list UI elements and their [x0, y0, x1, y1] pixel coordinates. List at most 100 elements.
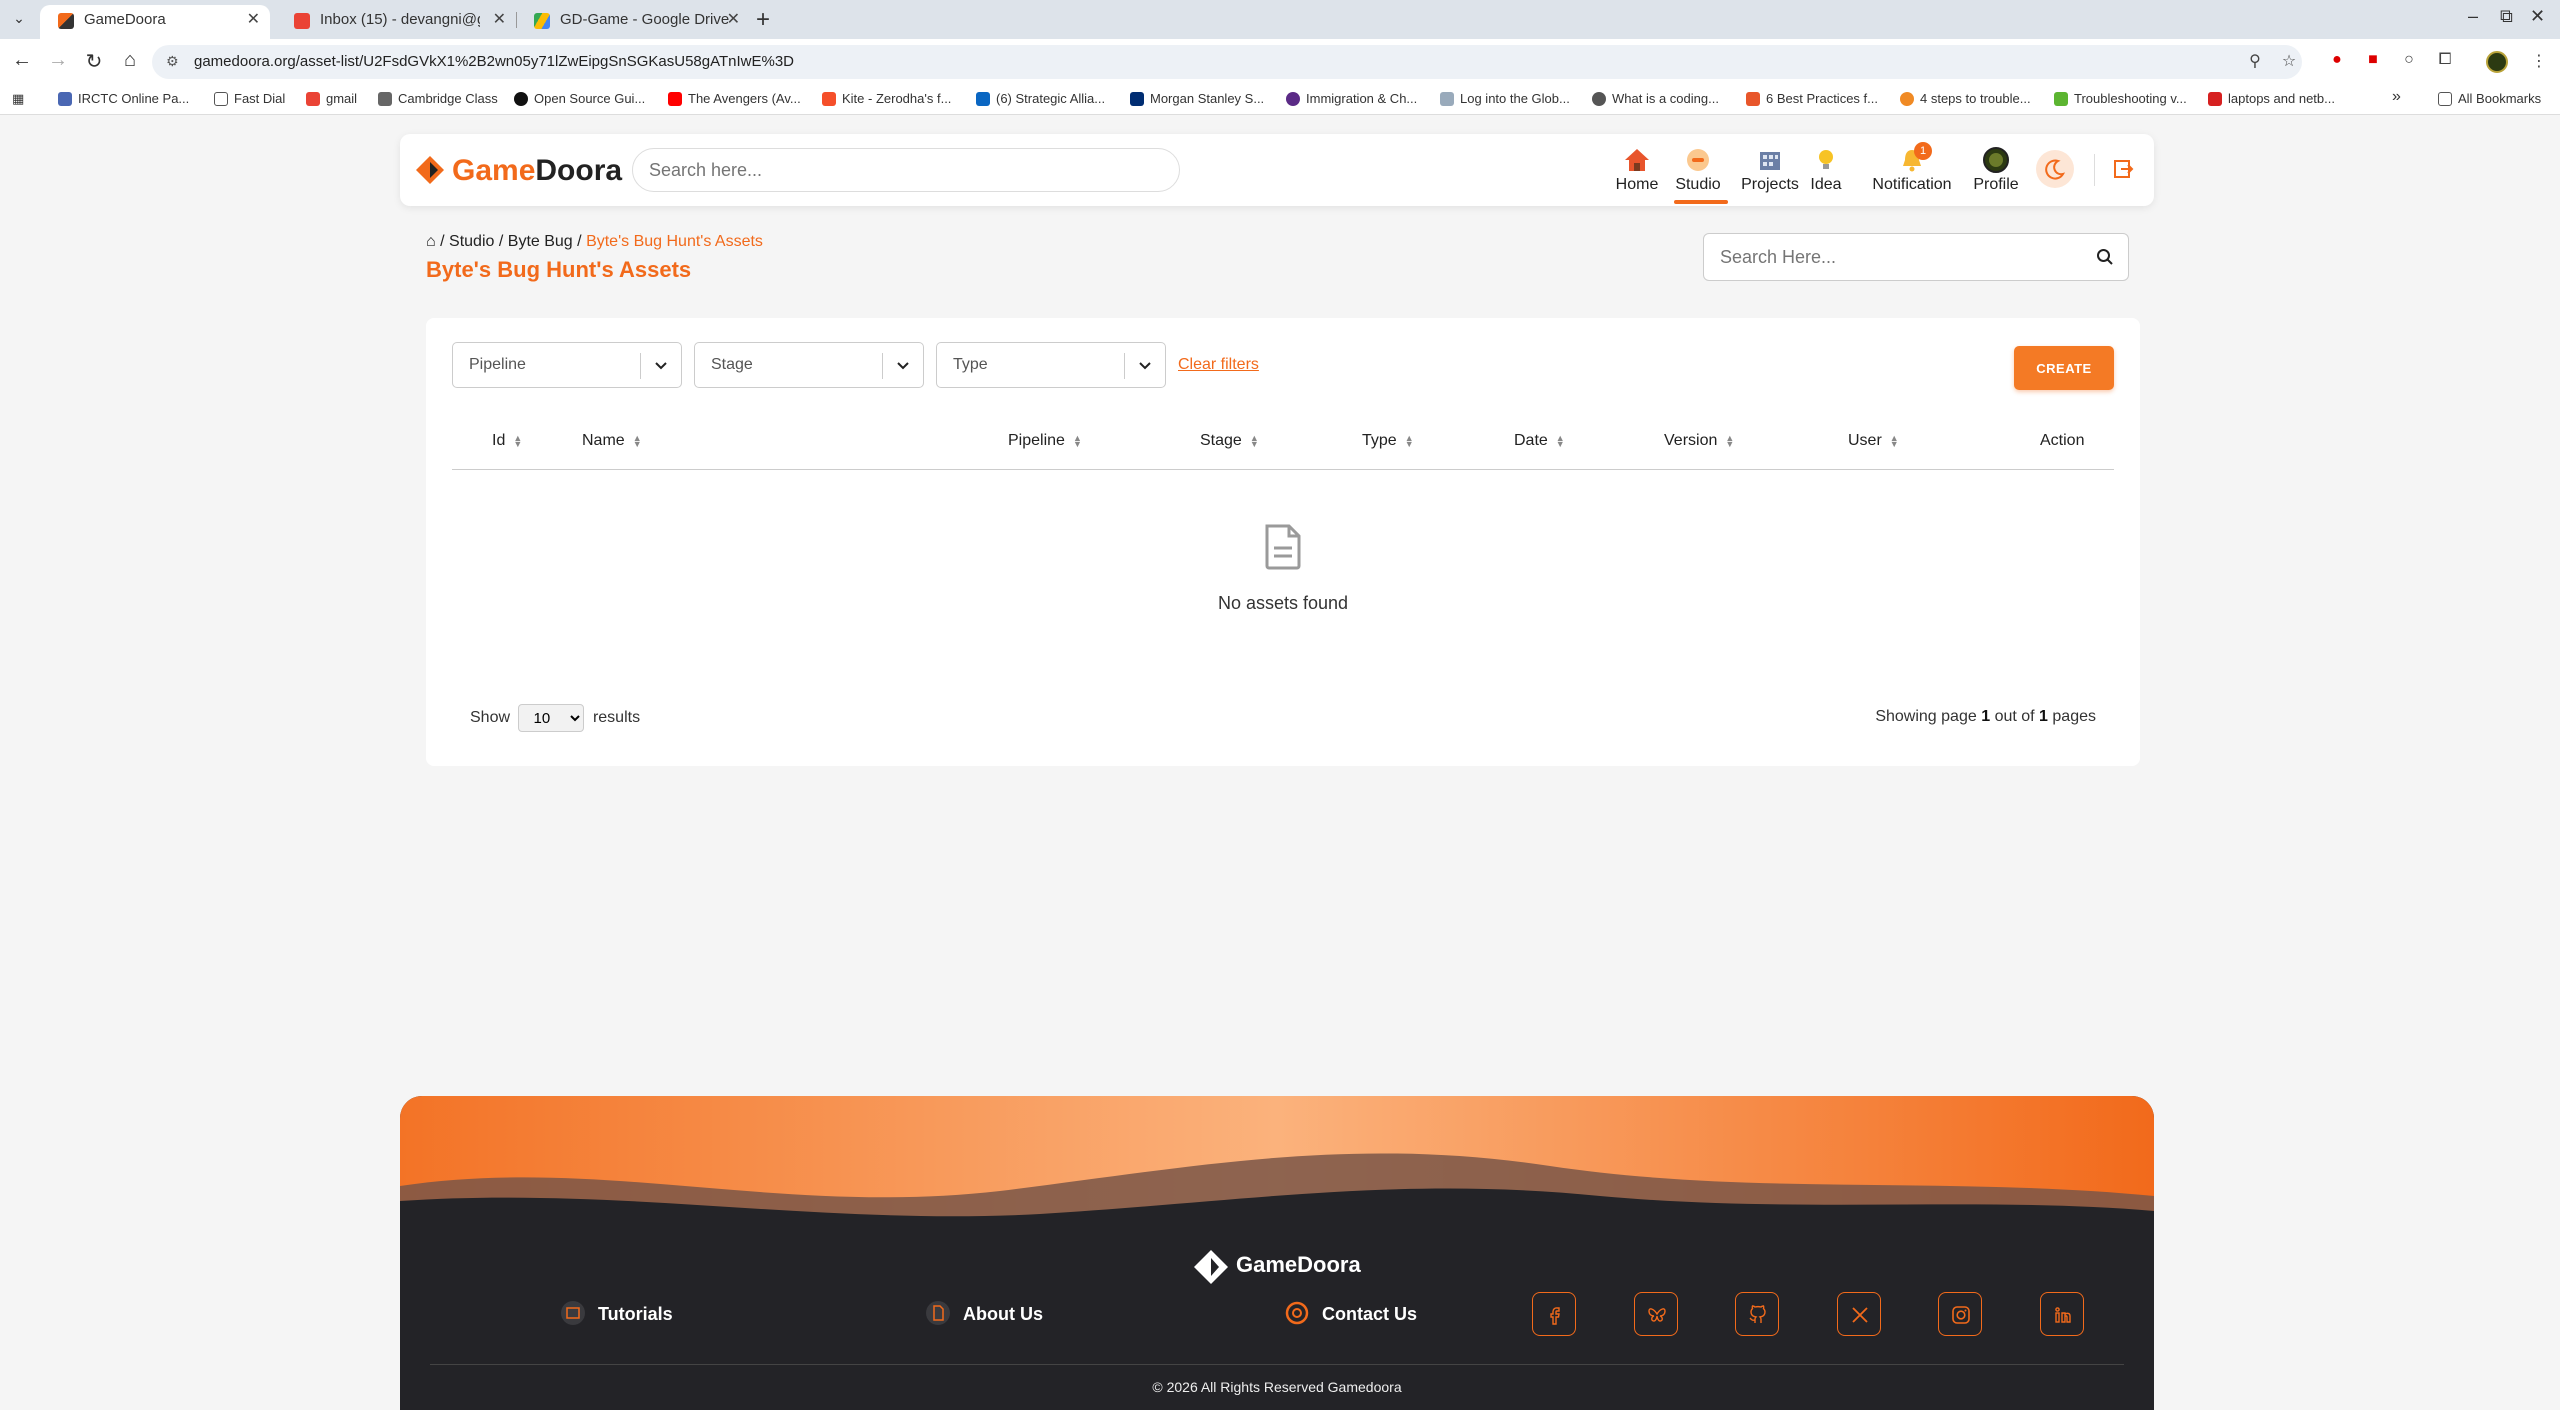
- active-nav-indicator: [1674, 200, 1728, 204]
- opera-extension-icon[interactable]: ●: [2326, 51, 2348, 73]
- stage-filter-select[interactable]: Stage: [694, 342, 924, 388]
- instagram-button[interactable]: [1938, 1292, 1982, 1336]
- bookmark-troubleshooting[interactable]: Troubleshooting v...: [2054, 91, 2187, 106]
- close-tab-icon[interactable]: ✕: [727, 5, 740, 35]
- footer-divider: [430, 1364, 2124, 1365]
- extension-circle-icon[interactable]: ○: [2398, 51, 2420, 73]
- breadcrumb-home-icon[interactable]: ⌂: [426, 233, 436, 250]
- footer-link-about[interactable]: About Us: [925, 1301, 1043, 1325]
- bookmark-fast-dial[interactable]: Fast Dial: [214, 91, 285, 106]
- close-tab-icon[interactable]: ✕: [493, 5, 506, 35]
- x-twitter-button[interactable]: [1837, 1292, 1881, 1336]
- clear-filters-link[interactable]: Clear filters: [1178, 356, 1259, 374]
- forward-arrow-icon[interactable]: →: [46, 49, 70, 72]
- zoom-icon[interactable]: ⚲: [2244, 51, 2266, 73]
- reload-icon[interactable]: ↻: [82, 49, 106, 74]
- back-arrow-icon[interactable]: ←: [10, 49, 34, 72]
- logout-icon[interactable]: [2112, 158, 2134, 180]
- bookmark-kite[interactable]: Kite - Zerodha's f...: [822, 91, 951, 106]
- bookmark-immigration[interactable]: Immigration & Ch...: [1286, 91, 1417, 106]
- breadcrumb-studio[interactable]: Studio: [449, 233, 494, 250]
- all-bookmarks[interactable]: All Bookmarks: [2438, 91, 2541, 106]
- lightbulb-icon: [1819, 150, 1833, 169]
- browser-tab-gmail[interactable]: Inbox (15) - devangni@gmai ✕: [276, 5, 516, 39]
- browser-menu-icon[interactable]: ⋮: [2528, 51, 2550, 73]
- bookmark-avengers[interactable]: The Avengers (Av...: [668, 91, 801, 106]
- video-extension-icon[interactable]: ■: [2362, 51, 2384, 73]
- nav-studio[interactable]: Studio: [1670, 146, 1726, 194]
- apps-grid-icon[interactable]: ▦: [12, 91, 24, 107]
- bookmark-laptops[interactable]: laptops and netb...: [2208, 91, 2335, 106]
- bookmark-morgan-stanley[interactable]: Morgan Stanley S...: [1130, 91, 1264, 106]
- restore-window-icon[interactable]: ⧉: [2500, 6, 2513, 27]
- linkedin-button[interactable]: [2040, 1292, 2084, 1336]
- close-tab-icon[interactable]: ✕: [247, 5, 260, 35]
- close-window-icon[interactable]: ✕: [2530, 6, 2545, 27]
- breadcrumb-byte-bug[interactable]: Byte Bug: [508, 233, 573, 250]
- nav-idea[interactable]: Idea: [1808, 146, 1844, 194]
- home-icon[interactable]: ⌂: [118, 49, 142, 72]
- bookmark-linkedin[interactable]: (6) Strategic Allia...: [976, 91, 1105, 106]
- troubleshooting-icon: [2054, 92, 2068, 106]
- column-header-type[interactable]: Type ▲ ▼: [1362, 432, 1414, 450]
- github-icon: [1749, 1305, 1766, 1323]
- address-bar[interactable]: ⚙ gamedoora.org/asset-list/U2FsdGVkX1%2B…: [152, 45, 2302, 79]
- search-icon[interactable]: [2096, 248, 2114, 266]
- site-settings-icon[interactable]: ⚙: [166, 53, 179, 70]
- asset-search-input[interactable]: [1720, 234, 2080, 280]
- profile-avatar-icon: [1983, 147, 2009, 173]
- page-size-select[interactable]: 10: [518, 704, 585, 732]
- bookmark-irctc[interactable]: IRCTC Online Pa...: [58, 91, 189, 106]
- bookmark-best-practices[interactable]: 6 Best Practices f...: [1746, 91, 1878, 106]
- tab-title: GameDoora: [84, 11, 166, 28]
- x-twitter-icon: [1852, 1307, 1868, 1323]
- nav-profile[interactable]: Profile: [1970, 146, 2022, 194]
- bookmark-open-source[interactable]: Open Source Gui...: [514, 91, 645, 106]
- tab-search-chevron-icon[interactable]: ⌄: [8, 10, 30, 30]
- bookmark-coding[interactable]: What is a coding...: [1592, 91, 1719, 106]
- github-button[interactable]: [1735, 1292, 1779, 1336]
- column-header-name[interactable]: Name ▲ ▼: [582, 432, 642, 450]
- assets-table-header: Id ▲ ▼ Name ▲ ▼ Pipeline ▲ ▼ Stage ▲ ▼ Type ▲ ▼ Da…: [452, 432, 2114, 470]
- bookmark-steps[interactable]: 4 steps to trouble...: [1900, 91, 2031, 106]
- column-header-user[interactable]: User ▲ ▼: [1848, 432, 1899, 450]
- nav-projects[interactable]: Projects: [1738, 146, 1802, 194]
- profile-avatar-icon[interactable]: [2486, 51, 2508, 73]
- more-bookmarks-icon[interactable]: »: [2392, 88, 2401, 106]
- footer-link-contact[interactable]: Contact Us: [1284, 1301, 1417, 1325]
- browser-tab-gamedoora[interactable]: GameDoora ✕: [40, 5, 270, 39]
- projects-icon: [1760, 152, 1780, 170]
- chevron-down-icon: [655, 362, 667, 370]
- tab-title: Inbox (15) - devangni@gmai: [320, 11, 480, 28]
- gmail-favicon-icon: [294, 13, 310, 29]
- column-header-date[interactable]: Date ▲ ▼: [1514, 432, 1565, 450]
- bookmark-gmail[interactable]: gmail: [306, 91, 357, 106]
- bookmark-glob[interactable]: Log into the Glob...: [1440, 91, 1570, 106]
- folder-icon: [214, 92, 228, 106]
- bookmark-cambridge[interactable]: Cambridge Class: [378, 91, 498, 106]
- nav-home[interactable]: Home: [1611, 146, 1663, 194]
- column-header-pipeline[interactable]: Pipeline ▲ ▼: [1008, 432, 1082, 450]
- bluesky-button[interactable]: [1634, 1292, 1678, 1336]
- asset-search-box[interactable]: [1703, 233, 2129, 281]
- facebook-button[interactable]: [1532, 1292, 1576, 1336]
- browser-tab-google-drive[interactable]: GD-Game - Google Drive ✕: [516, 5, 750, 39]
- type-filter-select[interactable]: Type: [936, 342, 1166, 388]
- home-icon: [1625, 149, 1649, 171]
- bookmarks-bar: ▦ IRCTC Online Pa... Fast Dial gmail Cam…: [0, 85, 2560, 115]
- column-header-version[interactable]: Version ▲ ▼: [1664, 432, 1734, 450]
- footer-wave-decoration: [400, 1096, 2154, 1226]
- column-header-stage[interactable]: Stage ▲ ▼: [1200, 432, 1259, 450]
- header-search-input[interactable]: [649, 149, 1179, 192]
- minimize-window-icon[interactable]: –: [2468, 6, 2478, 27]
- extensions-puzzle-icon[interactable]: ⧠: [2434, 51, 2456, 73]
- create-asset-button[interactable]: CREATE: [2014, 346, 2114, 390]
- pipeline-filter-select[interactable]: Pipeline: [452, 342, 682, 388]
- nav-notification[interactable]: 1 Notification: [1870, 142, 1954, 194]
- new-tab-icon[interactable]: +: [756, 6, 770, 34]
- header-search-box[interactable]: [632, 148, 1180, 192]
- theme-toggle-button[interactable]: [2036, 150, 2074, 188]
- column-header-id[interactable]: Id ▲ ▼: [492, 432, 522, 450]
- footer-link-tutorials[interactable]: Tutorials: [560, 1301, 673, 1325]
- bookmark-star-icon[interactable]: ☆: [2278, 51, 2300, 73]
